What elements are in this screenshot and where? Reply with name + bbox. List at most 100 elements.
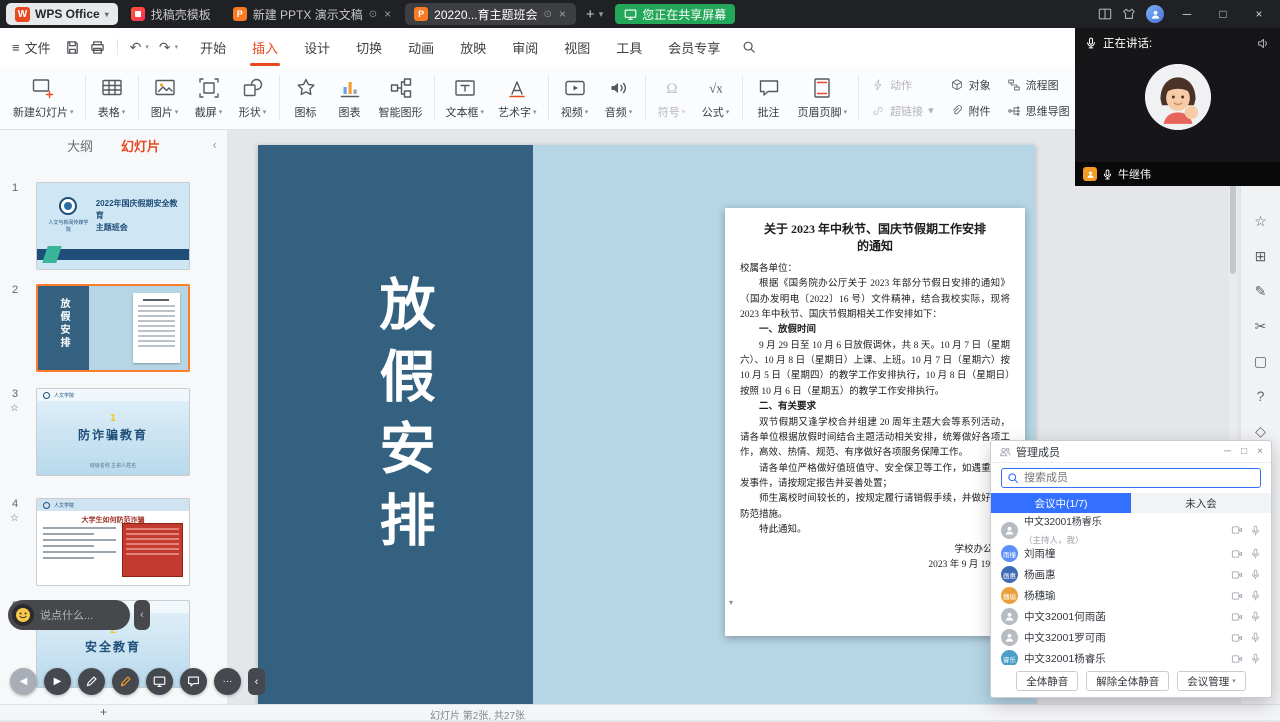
tab-outline[interactable]: 大纲: [67, 136, 93, 155]
favorites-icon[interactable]: ☆: [1254, 214, 1267, 228]
member-row[interactable]: 中文32001罗可雨: [1001, 627, 1261, 648]
previous-slide-button[interactable]: ◀: [10, 668, 37, 695]
camera-icon[interactable]: [1231, 525, 1243, 535]
slide-layout-icon[interactable]: ⊞: [1255, 249, 1267, 263]
member-row[interactable]: 画惠 杨画惠: [1001, 564, 1261, 585]
flowchart-button[interactable]: 流程图: [1002, 74, 1075, 96]
tab-slides[interactable]: 幻灯片: [121, 136, 160, 155]
tab-close-icon[interactable]: ×: [383, 7, 392, 21]
mute-all-button[interactable]: 全体静音: [1016, 671, 1078, 691]
tab-tools[interactable]: 工具: [616, 38, 642, 57]
redo-icon[interactable]: ↷: [159, 39, 171, 56]
help-icon[interactable]: ?: [1257, 389, 1265, 403]
current-slide[interactable]: 放假安排 关于 2023 年中秋节、国庆节假期工作安排 的通知 校属各单位： 根…: [258, 145, 1035, 704]
camera-icon[interactable]: [1231, 570, 1243, 580]
toolbar-collapse-icon[interactable]: ‹: [248, 668, 265, 695]
chevron-down-icon[interactable]: ▾: [145, 43, 149, 51]
mindmap-button[interactable]: 思维导图: [1002, 100, 1075, 122]
camera-icon[interactable]: [1231, 654, 1243, 664]
screen-share-tool-button[interactable]: [146, 668, 173, 695]
mic-icon[interactable]: [1250, 632, 1261, 643]
panel-collapse-icon[interactable]: ‹: [213, 137, 217, 152]
object-button[interactable]: 对象: [945, 74, 996, 96]
attachment-button[interactable]: 附件: [945, 100, 996, 122]
tab-design[interactable]: 设计: [304, 38, 330, 57]
comment-tool-button[interactable]: [180, 668, 207, 695]
camera-icon[interactable]: [1231, 612, 1243, 622]
wordart-button[interactable]: 艺术字▾: [491, 71, 544, 124]
member-search-input[interactable]: [1001, 468, 1261, 488]
selection-pane-icon[interactable]: ▢: [1254, 354, 1267, 368]
tab-current-document[interactable]: P 20220...育主题班会 ⊙ ×: [405, 3, 576, 25]
screenshot-button[interactable]: 截屏▾: [187, 71, 231, 124]
tab-review[interactable]: 审阅: [512, 38, 538, 57]
audio-button[interactable]: 音频▾: [597, 71, 641, 124]
tab-view[interactable]: 视图: [564, 38, 590, 57]
play-slideshow-button[interactable]: ▶: [44, 668, 71, 695]
slide-4-thumbnail[interactable]: 人文学院 大学生如何防范诈骗: [36, 498, 190, 586]
clip-tool-icon[interactable]: ✂: [1255, 319, 1267, 333]
meeting-manage-button[interactable]: 会议管理▾: [1177, 671, 1246, 691]
shapes-button[interactable]: 形状▾: [231, 71, 275, 124]
edit-tool-icon[interactable]: ✎: [1255, 284, 1267, 298]
wps-home-tab[interactable]: W WPS Office ▾: [6, 3, 118, 25]
new-tab-button[interactable]: +: [586, 6, 595, 23]
camera-icon[interactable]: [1231, 633, 1243, 643]
icon-library-button[interactable]: 图标: [284, 71, 328, 124]
save-icon[interactable]: [65, 40, 80, 55]
mic-icon[interactable]: [1250, 548, 1261, 559]
tab-in-meeting[interactable]: 会议中(1/7): [991, 493, 1131, 513]
shape-tool-icon[interactable]: ◇: [1255, 424, 1266, 438]
slide-3-thumbnail[interactable]: 人文学院 1 防诈骗教育 班级名称 主讲人姓名: [36, 388, 190, 476]
slide-vertical-title[interactable]: 放假安排: [362, 275, 443, 563]
panel-close-icon[interactable]: ×: [1257, 446, 1263, 457]
pen-tool-button[interactable]: [78, 668, 105, 695]
screen-share-banner[interactable]: 您正在共享屏幕: [615, 4, 735, 24]
new-slide-plus-button[interactable]: +: [100, 705, 107, 720]
tab-member-exclusive[interactable]: 会员专享: [668, 38, 720, 57]
notice-document[interactable]: 关于 2023 年中秋节、国庆节假期工作安排 的通知 校属各单位： 根据《国务院…: [725, 208, 1025, 636]
highlighter-tool-button[interactable]: [112, 668, 139, 695]
new-slide-button[interactable]: 新建幻灯片▾: [6, 71, 81, 124]
slide-2-thumbnail-selected[interactable]: 放假安排: [36, 284, 190, 372]
member-row[interactable]: 雨橦 刘雨橦: [1001, 543, 1261, 564]
chevron-down-icon[interactable]: ▾: [175, 43, 179, 51]
camera-icon[interactable]: [1231, 591, 1243, 601]
panel-maximize-icon[interactable]: □: [1241, 446, 1247, 457]
textbox-button[interactable]: 文本框▾: [439, 71, 492, 124]
member-row[interactable]: 睿乐 中文32001杨睿乐: [1001, 648, 1261, 665]
mic-icon[interactable]: [1250, 590, 1261, 601]
chat-collapse-icon[interactable]: ‹: [134, 600, 150, 630]
maximize-button[interactable]: □: [1210, 0, 1236, 28]
tab-close-icon[interactable]: ×: [558, 7, 567, 21]
mic-icon[interactable]: [1250, 525, 1261, 536]
tab-insert[interactable]: 插入: [252, 38, 278, 57]
tab-template-store[interactable]: 找稿壳模板: [122, 3, 220, 25]
tab-list-chevron-icon[interactable]: ▾: [599, 9, 604, 20]
undo-icon[interactable]: ↶: [130, 39, 142, 56]
mic-icon[interactable]: [1250, 569, 1261, 580]
volume-icon[interactable]: [1257, 37, 1270, 50]
member-row[interactable]: 穗瑜 杨穗瑜: [1001, 585, 1261, 606]
tab-not-joined[interactable]: 未入会: [1131, 493, 1271, 513]
search-icon[interactable]: [742, 40, 756, 54]
header-footer-button[interactable]: 页眉页脚▾: [791, 71, 855, 124]
member-row[interactable]: 中文32001杨睿乐 （主持人，我）: [1001, 517, 1261, 543]
tab-slideshow[interactable]: 放映: [460, 38, 486, 57]
tab-animation[interactable]: 动画: [408, 38, 434, 57]
picture-button[interactable]: 图片▾: [143, 71, 187, 124]
minimize-button[interactable]: ─: [1174, 0, 1200, 28]
smartart-button[interactable]: 智能图形: [372, 71, 430, 124]
slide-1-thumbnail[interactable]: 人文与新闻传媒学院 2022年国庆假期安全教育 主题班会: [36, 182, 190, 270]
theme-skin-icon[interactable]: [1122, 7, 1136, 21]
more-tools-button[interactable]: ···: [214, 668, 241, 695]
unmute-all-button[interactable]: 解除全体静音: [1086, 671, 1169, 691]
panel-minimize-icon[interactable]: ─: [1224, 446, 1231, 457]
mic-icon[interactable]: [1250, 611, 1261, 622]
split-screen-icon[interactable]: [1098, 7, 1112, 21]
tab-transition[interactable]: 切换: [356, 38, 382, 57]
tab-home[interactable]: 开始: [200, 38, 226, 57]
table-button[interactable]: 表格▾: [90, 71, 134, 124]
slide-navy-block[interactable]: 放假安排: [258, 145, 533, 704]
user-avatar[interactable]: [1146, 5, 1164, 23]
